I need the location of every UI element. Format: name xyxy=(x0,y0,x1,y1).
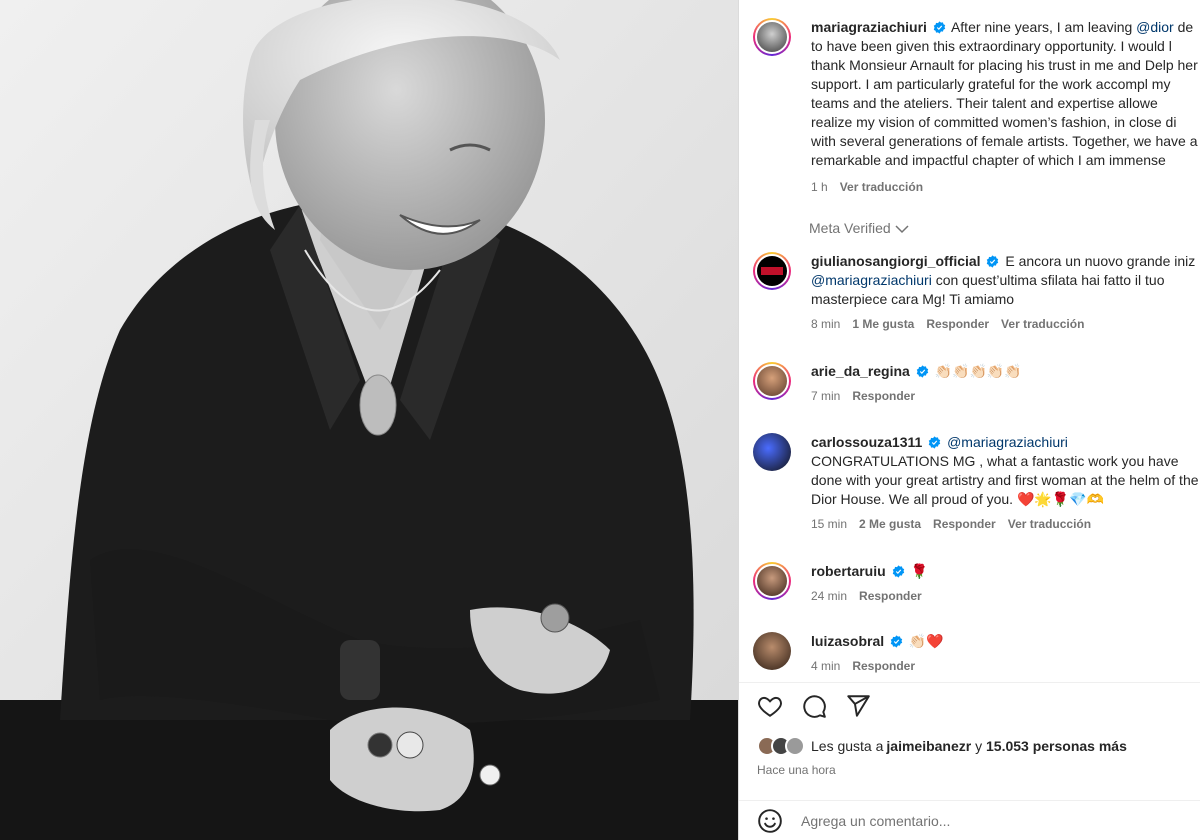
comment-mention-link[interactable]: @mariagraziachiuri xyxy=(811,272,932,288)
comment-reply-button[interactable]: Responder xyxy=(926,315,989,334)
comment-likes-link[interactable]: 2 Me gusta xyxy=(859,515,921,534)
commenter-avatar[interactable] xyxy=(753,433,791,471)
comment-username[interactable]: arie_da_regina xyxy=(811,363,910,379)
comment-mention-link[interactable]: @mariagraziachiuri xyxy=(947,434,1068,450)
comment-username[interactable]: giulianosangiorgi_official xyxy=(811,253,981,269)
comment-reply-button[interactable]: Responder xyxy=(933,515,996,534)
comment-item: carlossouza1311 @mariagraziachiuri CONGR… xyxy=(753,433,1200,534)
comment-timestamp: 8 min xyxy=(811,317,841,331)
comment-reply-button[interactable]: Responder xyxy=(852,657,915,676)
verified-badge-icon xyxy=(892,565,904,578)
portrait-photo xyxy=(0,0,738,840)
verified-badge-icon xyxy=(890,635,903,648)
comment-translate-link[interactable]: Ver traducción xyxy=(1008,515,1091,534)
meta-verified-label: Meta Verified xyxy=(809,220,891,236)
comment-username[interactable]: robertaruiu xyxy=(811,563,886,579)
comment-reply-button[interactable]: Responder xyxy=(859,587,922,606)
verified-badge-icon xyxy=(933,21,946,34)
post-viewer: mariagraziachiuri After nine years, I am… xyxy=(0,0,1200,840)
meta-verified-toggle[interactable]: Meta Verified xyxy=(809,220,909,236)
author-avatar[interactable] xyxy=(753,18,791,56)
comment-text: E ancora un nuovo grande iniz xyxy=(1005,253,1196,269)
author-username[interactable]: mariagraziachiuri xyxy=(811,19,927,35)
post-time-ago[interactable]: Hace una hora xyxy=(757,763,836,777)
commenter-avatar[interactable] xyxy=(753,362,791,400)
likes-middle: y xyxy=(971,738,986,754)
likes-count-link[interactable]: 15.053 personas más xyxy=(986,738,1127,754)
comment-item: robertaruiu 🌹 24 min Responder xyxy=(753,562,1200,606)
caption-mention-link[interactable]: @dior xyxy=(1136,19,1174,35)
comment-username[interactable]: carlossouza1311 xyxy=(811,434,922,450)
likes-summary: Les gusta a jaimeibanezr y 15.053 person… xyxy=(757,736,1127,756)
post-caption: mariagraziachiuri After nine years, I am… xyxy=(753,18,1200,197)
comment-translate-link[interactable]: Ver traducción xyxy=(1001,315,1084,334)
commenter-avatar[interactable] xyxy=(753,252,791,290)
post-side-panel: mariagraziachiuri After nine years, I am… xyxy=(738,0,1200,840)
comments-scroll-area[interactable]: mariagraziachiuri After nine years, I am… xyxy=(739,0,1200,682)
comment-text: 👏🏻👏🏻👏🏻👏🏻👏🏻 xyxy=(934,363,1022,379)
comment-likes-link[interactable]: 1 Me gusta xyxy=(852,315,914,334)
likes-user-link[interactable]: jaimeibanezr xyxy=(886,738,971,754)
chevron-down-icon xyxy=(895,224,909,234)
comment-timestamp: 7 min xyxy=(811,389,841,403)
liker-avatars[interactable] xyxy=(757,736,805,756)
comment-timestamp: 4 min xyxy=(811,659,841,673)
comment-timestamp: 24 min xyxy=(811,589,848,603)
post-image[interactable] xyxy=(0,0,738,840)
comment-reply-button[interactable]: Responder xyxy=(852,387,915,406)
verified-badge-icon xyxy=(916,365,928,378)
commenter-avatar[interactable] xyxy=(753,632,791,670)
comment-text: CONGRATULATIONS MG , what a fantastic wo… xyxy=(811,453,1199,507)
comment-icon[interactable] xyxy=(801,693,827,719)
divider xyxy=(739,682,1200,683)
caption-timestamp: 1 h xyxy=(811,180,828,194)
comment-username[interactable]: luizasobral xyxy=(811,633,884,649)
heart-icon[interactable] xyxy=(757,693,783,719)
share-icon[interactable] xyxy=(845,693,871,719)
comment-item: arie_da_regina 👏🏻👏🏻👏🏻👏🏻👏🏻 7 min Responde… xyxy=(753,362,1200,406)
comment-input[interactable] xyxy=(801,812,1161,829)
caption-text-rest: de to have been given this extraordinary… xyxy=(811,19,1198,168)
commenter-avatar[interactable] xyxy=(753,562,791,600)
caption-translate-link[interactable]: Ver traducción xyxy=(840,178,923,197)
comment-item: giulianosangiorgi_official E ancora un n… xyxy=(753,252,1200,334)
verified-badge-icon xyxy=(928,436,941,449)
comment-composer xyxy=(739,800,1200,840)
likes-prefix: Les gusta a xyxy=(811,738,884,754)
avatar xyxy=(785,736,805,756)
comment-item: luizasobral 👏🏻❤️ 4 min Responder xyxy=(753,632,1200,676)
emoji-icon[interactable] xyxy=(757,808,783,834)
comment-text: 🌹 xyxy=(910,563,928,579)
post-actions xyxy=(757,693,871,719)
comment-timestamp: 15 min xyxy=(811,517,848,531)
comment-text: 👏🏻❤️ xyxy=(908,633,944,649)
caption-text-intro: After nine years, I am leaving xyxy=(950,19,1137,35)
verified-badge-icon xyxy=(987,255,999,268)
